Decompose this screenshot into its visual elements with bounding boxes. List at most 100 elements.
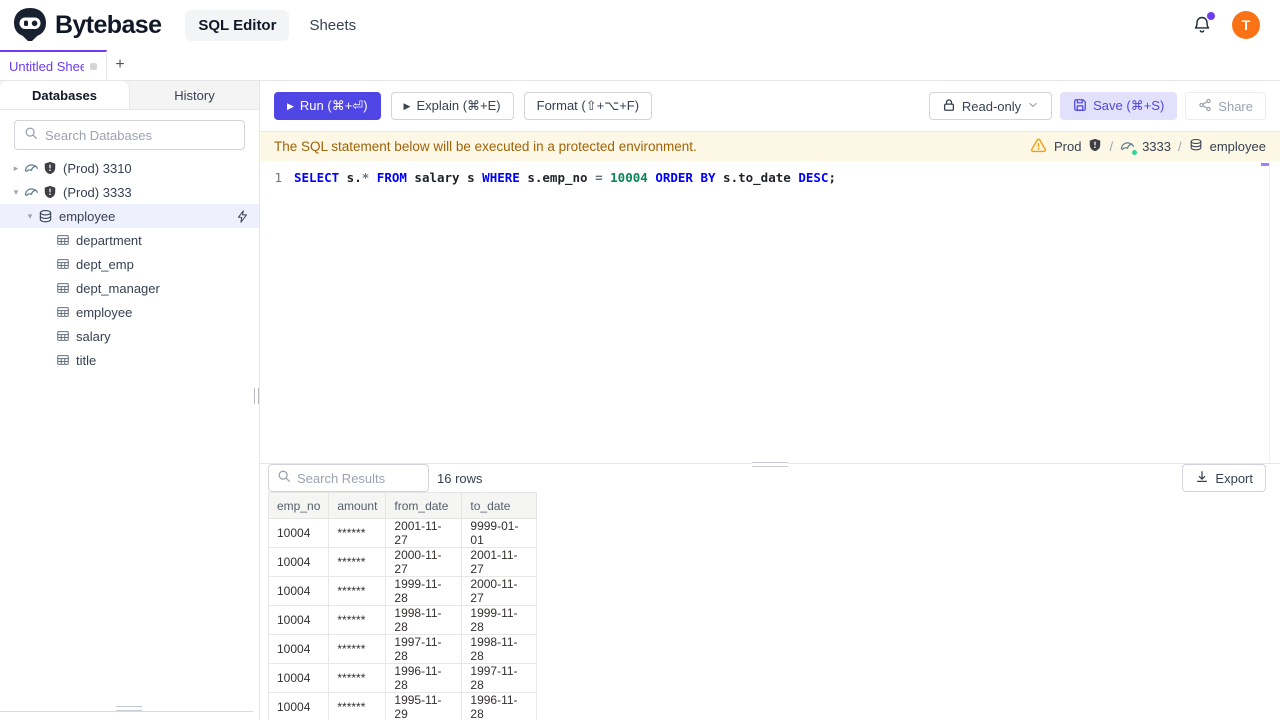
tree-item--prod-3310[interactable]: ▸ (Prod) 3310 bbox=[0, 156, 259, 180]
nav-sheets[interactable]: Sheets bbox=[301, 10, 364, 41]
tree-item-salary[interactable]: salary bbox=[0, 324, 259, 348]
sidebar-horizontal-resize-handle[interactable] bbox=[254, 388, 259, 404]
cell-from_date[interactable]: 1997-11-28 bbox=[385, 634, 463, 664]
cell-to_date[interactable]: 1997-11-28 bbox=[461, 663, 538, 693]
cell-from_date[interactable]: 1998-11-28 bbox=[385, 605, 463, 635]
tree-item-title[interactable]: title bbox=[0, 348, 259, 372]
shield-icon bbox=[43, 161, 57, 175]
sql-editor[interactable]: 1 SELECT s.* FROM salary s WHERE s.emp_n… bbox=[260, 161, 1280, 467]
lock-icon bbox=[942, 98, 956, 115]
caret-right-icon[interactable]: ▸ bbox=[8, 163, 24, 174]
cell-amount[interactable]: ****** bbox=[328, 663, 387, 693]
cell-emp_no[interactable]: 10004 bbox=[267, 518, 330, 548]
sql-code-line[interactable]: 1 SELECT s.* FROM salary s WHERE s.emp_n… bbox=[260, 167, 1280, 187]
tree-item--prod-3333[interactable]: ▾ (Prod) 3333 bbox=[0, 180, 259, 204]
cell-from_date[interactable]: 1995-11-29 bbox=[385, 692, 463, 720]
tree-item-dept-emp[interactable]: dept_emp bbox=[0, 252, 259, 276]
cell-emp_no[interactable]: 10004 bbox=[267, 663, 330, 693]
top-nav: SQL Editor Sheets bbox=[185, 9, 364, 41]
export-button[interactable]: Export bbox=[1182, 464, 1266, 492]
save-button[interactable]: Save (⌘+S) bbox=[1060, 92, 1178, 120]
tree-item-dept-manager[interactable]: dept_manager bbox=[0, 276, 259, 300]
cell-to_date[interactable]: 1999-11-28 bbox=[461, 605, 538, 635]
column-header-amount[interactable]: amount bbox=[328, 492, 387, 519]
cell-amount[interactable]: ****** bbox=[328, 634, 387, 664]
cell-to_date[interactable]: 9999-01-01 bbox=[461, 518, 538, 548]
cell-emp_no[interactable]: 10004 bbox=[267, 576, 330, 606]
cell-emp_no[interactable]: 10004 bbox=[267, 605, 330, 635]
cell-from_date[interactable]: 1999-11-28 bbox=[385, 576, 463, 606]
results-search[interactable] bbox=[268, 464, 429, 492]
toolbar-right: Read-only Save (⌘+S) Share bbox=[928, 92, 1266, 120]
caret-down-icon[interactable]: ▾ bbox=[22, 211, 38, 222]
database-search-input[interactable] bbox=[45, 127, 235, 143]
table-row[interactable]: 10004 ****** 2000-11-27 2001-11-27 bbox=[267, 547, 538, 577]
cell-emp_no[interactable]: 10004 bbox=[267, 634, 330, 664]
run-button[interactable]: ▶ Run (⌘+⏎) bbox=[274, 92, 381, 120]
sql-token-keyword: ORDER BY bbox=[655, 169, 716, 185]
add-sheet-button[interactable]: + bbox=[107, 50, 133, 80]
tree-item-employee[interactable]: employee bbox=[0, 300, 259, 324]
app-window: Bytebase SQL Editor Sheets T Untitled Sh… bbox=[0, 0, 1280, 720]
cell-amount[interactable]: ****** bbox=[328, 605, 387, 635]
caret-down-icon[interactable]: ▾ bbox=[8, 187, 24, 198]
chevron-down-icon bbox=[1027, 99, 1039, 114]
column-header-emp_no[interactable]: emp_no bbox=[267, 492, 330, 519]
mysql-icon bbox=[24, 161, 39, 176]
results-search-input[interactable] bbox=[297, 470, 420, 486]
shield-icon bbox=[1088, 138, 1102, 155]
format-button[interactable]: Format (⇧+⌥+F) bbox=[523, 92, 653, 120]
cell-from_date[interactable]: 2000-11-27 bbox=[385, 547, 463, 577]
database-search[interactable] bbox=[14, 120, 245, 150]
share-button[interactable]: Share bbox=[1185, 92, 1266, 120]
user-avatar[interactable]: T bbox=[1232, 11, 1260, 39]
sheet-tab-untitled[interactable]: Untitled Sheet bbox=[0, 50, 107, 80]
tree-item-label: salary bbox=[76, 328, 111, 344]
database-icon bbox=[1189, 138, 1203, 155]
tab-databases[interactable]: Databases bbox=[0, 81, 130, 109]
cell-amount[interactable]: ****** bbox=[328, 576, 387, 606]
top-bar: Bytebase SQL Editor Sheets T bbox=[0, 0, 1280, 50]
table-row[interactable]: 10004 ****** 1998-11-28 1999-11-28 bbox=[267, 605, 538, 635]
tree-item-label: employee bbox=[59, 208, 116, 224]
cell-amount[interactable]: ****** bbox=[328, 518, 387, 548]
mysql-icon bbox=[1120, 139, 1138, 155]
readonly-mode-dropdown[interactable]: Read-only bbox=[928, 92, 1053, 120]
cell-to_date[interactable]: 2001-11-27 bbox=[461, 547, 538, 577]
cell-emp_no[interactable]: 10004 bbox=[267, 692, 330, 720]
share-icon bbox=[1198, 98, 1212, 115]
nav-sql-editor[interactable]: SQL Editor bbox=[185, 9, 290, 41]
table-row[interactable]: 10004 ****** 1997-11-28 1998-11-28 bbox=[267, 634, 538, 664]
cell-from_date[interactable]: 1996-11-28 bbox=[385, 663, 463, 693]
table-row[interactable]: 10004 ****** 1995-11-29 1996-11-28 bbox=[267, 692, 538, 720]
table-row[interactable]: 10004 ****** 1999-11-28 2000-11-27 bbox=[267, 576, 538, 606]
bolt-icon[interactable] bbox=[236, 209, 249, 223]
cell-from_date[interactable]: 2001-11-27 bbox=[385, 518, 463, 548]
cell-amount[interactable]: ****** bbox=[328, 692, 387, 720]
results-resize-handle[interactable] bbox=[752, 462, 788, 467]
table-row[interactable]: 10004 ****** 1996-11-28 1997-11-28 bbox=[267, 663, 538, 693]
sql-token-plain: s. bbox=[339, 169, 362, 185]
tab-history[interactable]: History bbox=[130, 81, 259, 109]
cell-to_date[interactable]: 1996-11-28 bbox=[461, 692, 538, 720]
sql-token-plain: salary s bbox=[406, 169, 483, 185]
cell-emp_no[interactable]: 10004 bbox=[267, 547, 330, 577]
instance-label[interactable]: 3333 bbox=[1142, 139, 1171, 154]
sql-statement: SELECT s.* FROM salary s WHERE s.emp_no … bbox=[294, 170, 836, 185]
tree-item-employee[interactable]: ▾ employee bbox=[0, 204, 259, 228]
shield-icon bbox=[43, 185, 57, 199]
column-header-from_date[interactable]: from_date bbox=[385, 492, 463, 519]
database-label[interactable]: employee bbox=[1210, 139, 1266, 154]
explain-button[interactable]: ▶ Explain (⌘+E) bbox=[390, 92, 514, 120]
tree-item-department[interactable]: department bbox=[0, 228, 259, 252]
main-panel: ▶ Run (⌘+⏎) ▶ Explain (⌘+E) Format (⇧+⌥+… bbox=[260, 81, 1280, 720]
cell-to_date[interactable]: 2000-11-27 bbox=[461, 576, 538, 606]
notifications-bell-icon[interactable] bbox=[1192, 12, 1215, 35]
column-header-to_date[interactable]: to_date bbox=[461, 492, 538, 519]
cell-amount[interactable]: ****** bbox=[328, 547, 387, 577]
cell-to_date[interactable]: 1998-11-28 bbox=[461, 634, 538, 664]
results-grid: emp_no amount from_date to_date 10004 ******… bbox=[260, 492, 1280, 720]
table-row[interactable]: 10004 ****** 2001-11-27 9999-01-01 bbox=[267, 518, 538, 548]
table-icon bbox=[56, 353, 70, 367]
sidebar-vertical-resize-handle[interactable] bbox=[116, 706, 142, 711]
